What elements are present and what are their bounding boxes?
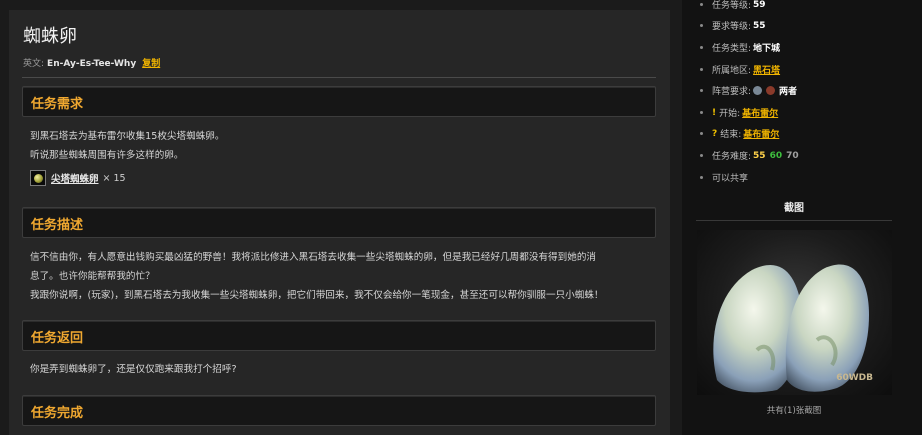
- return-line: 你是弄到蜘蛛卵了，还是仅仅跑来跟我打个招呼?: [30, 364, 237, 375]
- zone-link[interactable]: 黑石塔: [753, 63, 780, 76]
- exclamation-icon: !: [712, 107, 717, 118]
- info-value: 59: [753, 0, 766, 10]
- info-label: 开始:: [719, 109, 741, 119]
- info-label: 所属地区:: [712, 66, 752, 76]
- quest-screenshot[interactable]: 60WDB: [697, 230, 892, 395]
- english-name-row: 英文: En-Ay-Es-Tee-Why 复制: [23, 56, 160, 69]
- info-shareable: 可以共享: [700, 171, 748, 184]
- info-value: 55: [753, 20, 766, 31]
- info-level: 任务等级: 59: [700, 0, 766, 11]
- horde-icon: [766, 86, 776, 95]
- info-faction: 阵营要求: 两者: [700, 84, 797, 97]
- divider: [696, 220, 892, 221]
- section-header-description: 任务描述: [22, 207, 656, 238]
- info-label: 任务难度:: [712, 152, 752, 162]
- spider-egg-icon[interactable]: [30, 170, 46, 186]
- page-title: 蜘蛛卵: [23, 26, 77, 47]
- info-label: 结束:: [720, 130, 742, 140]
- requirement-line: 到黑石塔去为基布雷尔收集15枚尖塔蜘蛛卵。: [30, 131, 225, 142]
- alliance-icon: [753, 86, 763, 95]
- description-line: 我跟你说啊，(玩家)，到黑石塔去为我收集一些尖塔蜘蛛卵，把它们带回来，我不仅会给…: [30, 290, 604, 301]
- description-line: 信不信由你，有人愿意出钱购买最凶猛的野兽！我将派比修进入黑石塔去收集一些尖塔蜘蛛…: [30, 252, 597, 263]
- question-mark-icon: ?: [712, 128, 718, 139]
- info-label: 任务类型:: [712, 44, 752, 54]
- info-label: 要求等级:: [712, 22, 752, 32]
- screenshot-heading: 截图: [784, 203, 804, 214]
- info-required-level: 要求等级: 55: [700, 19, 766, 32]
- section-header-return: 任务返回: [22, 320, 656, 351]
- start-npc-link[interactable]: 基布雷尔: [742, 106, 778, 119]
- section-heading: 任务返回: [31, 331, 84, 346]
- description-line: 息了。也许你能帮帮我的忙？: [30, 271, 155, 282]
- quest-main-panel: 蜘蛛卵 英文: En-Ay-Es-Tee-Why 复制 任务需求 到黑石塔去为基布雷…: [9, 10, 670, 435]
- info-start: ! 开始: 基布雷尔: [700, 106, 778, 119]
- section-header-requirements: 任务需求: [22, 86, 656, 117]
- section-header-complete: 任务完成: [22, 395, 656, 426]
- section-heading: 任务描述: [31, 218, 84, 233]
- info-type: 任务类型: 地下城: [700, 41, 780, 54]
- requirement-line: 听说那些蜘蛛周围有许多这样的卵。: [30, 150, 184, 161]
- required-item: 尖塔蜘蛛卵 × 15: [30, 168, 126, 188]
- screenshot-caption: 共有(1)张截图: [766, 406, 822, 416]
- watermark-text: 60WDB: [836, 373, 873, 383]
- item-link[interactable]: 尖塔蜘蛛卵: [51, 171, 99, 185]
- difficulty-yellow: 55: [753, 150, 766, 161]
- info-label: 阵营要求:: [712, 87, 752, 97]
- difficulty-grey: 70: [786, 150, 799, 161]
- copy-link[interactable]: 复制: [142, 59, 160, 69]
- info-label: 任务等级:: [712, 1, 752, 11]
- info-label: 可以共享: [712, 174, 749, 184]
- difficulty-green: 60: [769, 150, 783, 161]
- info-value: 地下城: [753, 44, 781, 54]
- english-name: En-Ay-Es-Tee-Why: [47, 59, 137, 69]
- item-quantity: × 15: [102, 172, 126, 184]
- info-value: 两者: [779, 87, 798, 97]
- info-end: ? 结束: 基布雷尔: [700, 127, 779, 140]
- english-label: 英文:: [23, 59, 45, 69]
- divider: [22, 77, 656, 78]
- section-heading: 任务需求: [31, 97, 84, 112]
- info-difficulty: 任务难度: 55 60 70: [700, 149, 799, 162]
- end-npc-link[interactable]: 基布雷尔: [743, 127, 779, 140]
- spider-eggs-image: 60WDB: [713, 264, 873, 393]
- section-heading: 任务完成: [31, 406, 84, 421]
- info-zone: 所属地区: 黑石塔: [700, 63, 780, 76]
- quest-info-sidebar: 任务等级: 59 要求等级: 55 任务类型: 地下城 所属地区: 黑石塔 阵营要求: …: [682, 0, 922, 435]
